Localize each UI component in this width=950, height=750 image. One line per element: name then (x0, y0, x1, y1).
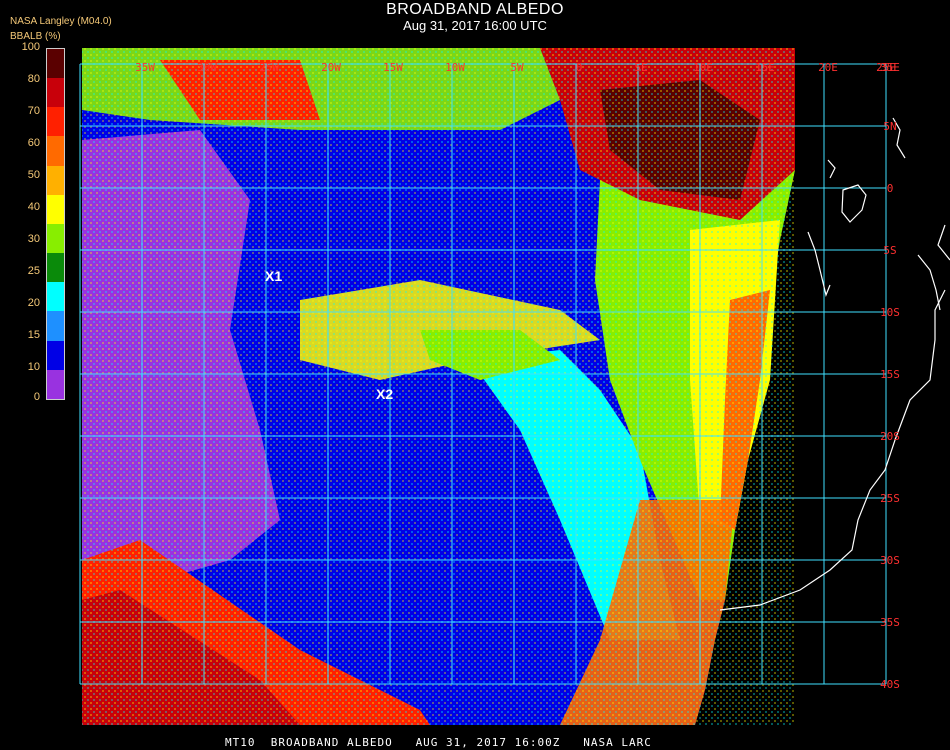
latitude-label: 5S (883, 244, 896, 257)
lake-tanganyika (807, 231, 831, 297)
longitude-label: 30W (197, 61, 217, 74)
latitude-label: 30S (880, 554, 900, 567)
longitude-label: 20W (321, 61, 341, 74)
longitude-label: 35W (135, 61, 155, 74)
longitude-label: 15E (755, 61, 775, 74)
latitude-label: 25S (880, 492, 900, 505)
marker-x1: X1 (265, 268, 283, 284)
marker-x2: X2 (376, 386, 394, 402)
coast-east (937, 224, 950, 261)
longitude-label: 5E (634, 61, 647, 74)
longitude-label: 20E (818, 61, 838, 74)
lake-victoria (841, 184, 867, 223)
latitude-label: 20S (880, 430, 900, 443)
latitude-label: 10S (880, 306, 900, 319)
latitude-label: 35S (880, 616, 900, 629)
longitude-label: 15W (383, 61, 403, 74)
albedo-map: 35W 30W 25W 20W 15W 10W 5W 0 5E 10E 15E 20E 25E35E5N… (79, 48, 950, 725)
latitude-label: 15S (880, 368, 900, 381)
longitude-label: 10E (693, 61, 713, 74)
latitude-label: 5N (883, 120, 896, 133)
lake-malawi (917, 254, 941, 311)
footer-caption: MT10 BROADBAND ALBEDO AUG 31, 2017 16:00… (225, 736, 652, 749)
cloud-texture (82, 48, 795, 725)
longitude-label: 35E (880, 61, 900, 74)
longitude-label: 25W (259, 61, 279, 74)
latitude-label: 0 (887, 182, 894, 195)
longitude-label: 10W (445, 61, 465, 74)
coast-fragment (827, 159, 836, 179)
latitude-label: 40S (880, 678, 900, 691)
satellite-swath (82, 48, 795, 725)
longitude-label: 0 (576, 61, 583, 74)
longitude-label: 5W (510, 61, 524, 74)
